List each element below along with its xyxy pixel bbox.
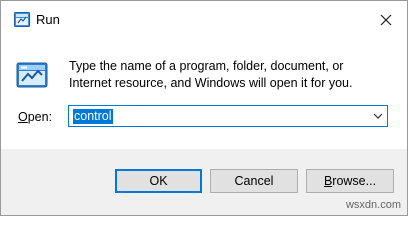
run-program-icon [16,62,48,88]
open-input-selected-text[interactable]: control [73,109,113,124]
dialog-footer: OK Cancel Browse... wsxdn.com [1,149,407,215]
ok-button[interactable]: OK [115,169,202,193]
open-label: Open: [18,110,52,124]
chevron-down-icon[interactable] [373,112,383,120]
close-button[interactable] [373,7,399,33]
browse-button[interactable]: Browse... [306,169,394,193]
cancel-button[interactable]: Cancel [210,169,298,193]
window-title: Run [36,12,60,27]
open-label-accesskey: O [18,110,28,124]
run-app-icon [14,12,30,27]
open-combobox[interactable]: control [68,105,388,127]
instruction-text: Type the name of a program, folder, docu… [69,59,353,90]
watermark: wsxdn.com [345,199,401,211]
close-icon [380,14,392,26]
title-bar: Run [1,1,407,39]
browse-label-rest: rowse... [332,174,377,188]
run-dialog: Run Type the name of a program, folder, … [0,0,408,216]
open-label-rest: pen: [27,110,53,124]
dialog-body: Type the name of a program, folder, docu… [1,39,407,149]
